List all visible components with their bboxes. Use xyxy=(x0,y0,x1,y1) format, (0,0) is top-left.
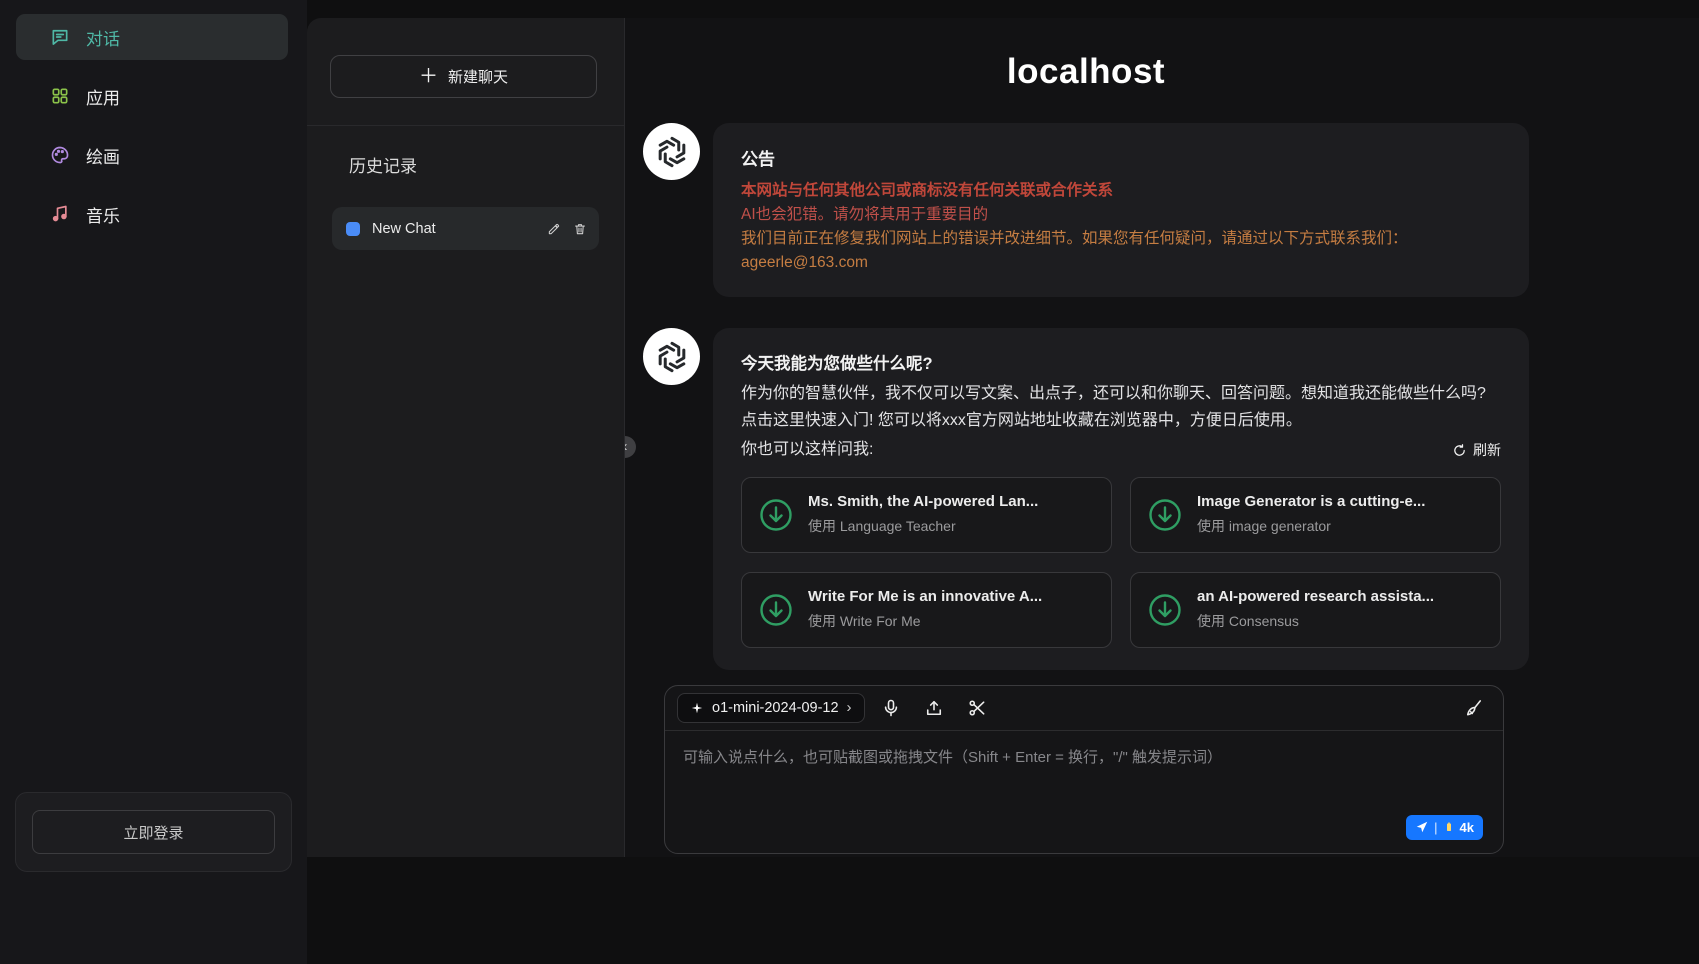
battery-icon xyxy=(1443,821,1455,833)
chevron-right-icon: › xyxy=(847,699,852,716)
sparkle-icon xyxy=(690,701,704,715)
sidebar-footer: 立即登录 xyxy=(15,792,292,872)
broom-icon xyxy=(1464,698,1484,718)
refresh-suggestions-button[interactable]: 刷新 xyxy=(1452,440,1501,460)
composer: o1-mini-2024-09-12 › xyxy=(664,685,1504,854)
announcement-line: 我们目前正在修复我们网站上的错误并改进细节。如果您有任何疑问，请通过以下方式联系… xyxy=(741,227,1501,251)
announcement-line: 本网站与任何其他公司或商标没有任何关联或合作关系 xyxy=(741,179,1501,203)
sidebar-item-label: 对话 xyxy=(86,25,120,50)
chat-column: localhost 公告 xyxy=(643,52,1529,854)
announcement-card: 公告 本网站与任何其他公司或商标没有任何关联或合作关系 AI也会犯错。请勿将其用… xyxy=(713,123,1529,297)
suggestion-subtitle: 使用 Write For Me xyxy=(808,611,1042,631)
openai-logo-icon xyxy=(654,339,690,375)
suggestion-text: Image Generator is a cutting-e... 使用 ima… xyxy=(1197,493,1425,536)
ask-label: 你也可以这样问我: xyxy=(741,437,873,464)
page-title: localhost xyxy=(643,52,1529,92)
palette-icon xyxy=(50,145,70,165)
assistant-message: 公告 本网站与任何其他公司或商标没有任何关联或合作关系 AI也会犯错。请勿将其用… xyxy=(643,123,1529,297)
composer-body: | 4k xyxy=(665,731,1503,853)
edit-icon[interactable] xyxy=(547,222,561,236)
suggestion-text: Write For Me is an innovative A... 使用 Wr… xyxy=(808,588,1042,631)
openai-logo-icon xyxy=(654,134,690,170)
welcome-card: 今天我能为您做些什么呢? 作为你的智慧伙伴，我不仅可以写文案、出点子，还可以和你… xyxy=(713,328,1529,670)
chat-main: ‹ localhost xyxy=(625,18,1699,857)
chat-list-panel: ＋ 新建聊天 历史记录 New Chat xyxy=(307,18,625,857)
circle-down-arrow-icon xyxy=(1147,497,1183,533)
send-button[interactable]: | 4k xyxy=(1406,815,1483,840)
assistant-message: 今天我能为您做些什么呢? 作为你的智慧伙伴，我不仅可以写文案、出点子，还可以和你… xyxy=(643,328,1529,670)
chat-item-title: New Chat xyxy=(372,221,547,237)
sidebar-item-drawing[interactable]: 绘画 xyxy=(16,132,288,178)
divider xyxy=(307,125,624,126)
model-selector[interactable]: o1-mini-2024-09-12 › xyxy=(677,693,865,723)
plus-icon: ＋ xyxy=(419,67,438,86)
chat-item-actions xyxy=(547,222,587,236)
assistant-avatar xyxy=(643,328,700,385)
sidebar-item-apps[interactable]: 应用 xyxy=(16,73,288,119)
pill-separator: | xyxy=(1434,820,1437,835)
sidebar-nav: 对话 应用 绘画 音乐 xyxy=(13,14,294,250)
collapse-panel-button[interactable]: ‹ xyxy=(625,436,636,458)
sidebar-item-music[interactable]: 音乐 xyxy=(16,191,288,237)
upload-icon xyxy=(924,698,944,718)
refresh-icon xyxy=(1452,443,1467,458)
welcome-heading: 今天我能为您做些什么呢? xyxy=(741,350,1501,374)
message-input[interactable] xyxy=(665,731,1503,853)
welcome-body: 作为你的智慧伙伴，我不仅可以写文案、出点子，还可以和你聊天、回答问题。想知道我还… xyxy=(741,381,1501,435)
apps-grid-icon xyxy=(50,86,70,106)
sidebar-item-label: 音乐 xyxy=(86,202,120,227)
suggestion-text: Ms. Smith, the AI-powered Lan... 使用 Lang… xyxy=(808,493,1038,536)
chat-color-swatch xyxy=(346,222,360,236)
suggestion-subtitle: 使用 Language Teacher xyxy=(808,516,1038,536)
new-chat-label: 新建聊天 xyxy=(448,66,508,87)
microphone-button[interactable] xyxy=(874,693,908,723)
login-button[interactable]: 立即登录 xyxy=(32,810,275,854)
clear-context-button[interactable] xyxy=(1457,693,1491,723)
history-heading: 历史记录 xyxy=(349,152,624,177)
announcement-line: AI也会犯错。请勿将其用于重要目的 xyxy=(741,203,1501,227)
circle-down-arrow-icon xyxy=(758,592,794,628)
suggestion-card[interactable]: Ms. Smith, the AI-powered Lan... 使用 Lang… xyxy=(741,477,1112,553)
chat-bubble-icon xyxy=(50,27,70,47)
scissors-icon xyxy=(967,698,987,718)
app-window: 对话 应用 绘画 音乐 立即登录 xyxy=(0,0,1699,964)
announcement-heading: 公告 xyxy=(741,145,1501,170)
model-label: o1-mini-2024-09-12 xyxy=(712,700,839,716)
refresh-label: 刷新 xyxy=(1473,440,1501,460)
suggestion-card[interactable]: Image Generator is a cutting-e... 使用 ima… xyxy=(1130,477,1501,553)
sidebar-item-label: 应用 xyxy=(86,84,120,109)
paper-plane-icon xyxy=(1415,820,1429,834)
sidebar: 对话 应用 绘画 音乐 立即登录 xyxy=(0,0,307,964)
suggestion-text: an AI-powered research assista... 使用 Con… xyxy=(1197,588,1434,631)
music-note-icon xyxy=(50,204,70,224)
circle-down-arrow-icon xyxy=(758,497,794,533)
upload-button[interactable] xyxy=(917,693,951,723)
suggestion-title: an AI-powered research assista... xyxy=(1197,588,1434,605)
suggestion-card[interactable]: Write For Me is an innovative A... 使用 Wr… xyxy=(741,572,1112,648)
suggestion-grid: Ms. Smith, the AI-powered Lan... 使用 Lang… xyxy=(741,477,1501,648)
circle-down-arrow-icon xyxy=(1147,592,1183,628)
microphone-icon xyxy=(881,698,901,718)
suggestion-title: Write For Me is an innovative A... xyxy=(808,588,1042,605)
suggestion-title: Image Generator is a cutting-e... xyxy=(1197,493,1425,510)
sidebar-item-label: 绘画 xyxy=(86,143,120,168)
token-badge: 4k xyxy=(1460,820,1474,835)
contact-email-link[interactable]: ageerle@163.com xyxy=(741,251,868,275)
new-chat-button[interactable]: ＋ 新建聊天 xyxy=(330,55,597,98)
suggestion-title: Ms. Smith, the AI-powered Lan... xyxy=(808,493,1038,510)
delete-icon[interactable] xyxy=(573,222,587,236)
suggestion-subtitle: 使用 Consensus xyxy=(1197,611,1434,631)
workspace: ＋ 新建聊天 历史记录 New Chat ‹ xyxy=(307,18,1699,857)
ask-row: 你也可以这样问我: 刷新 xyxy=(741,437,1501,464)
suggestion-card[interactable]: an AI-powered research assista... 使用 Con… xyxy=(1130,572,1501,648)
sidebar-item-chat[interactable]: 对话 xyxy=(16,14,288,60)
assistant-avatar xyxy=(643,123,700,180)
suggestion-subtitle: 使用 image generator xyxy=(1197,516,1425,536)
chat-history-item[interactable]: New Chat xyxy=(332,207,599,250)
composer-toolbar: o1-mini-2024-09-12 › xyxy=(665,686,1503,731)
scissors-button[interactable] xyxy=(960,693,994,723)
